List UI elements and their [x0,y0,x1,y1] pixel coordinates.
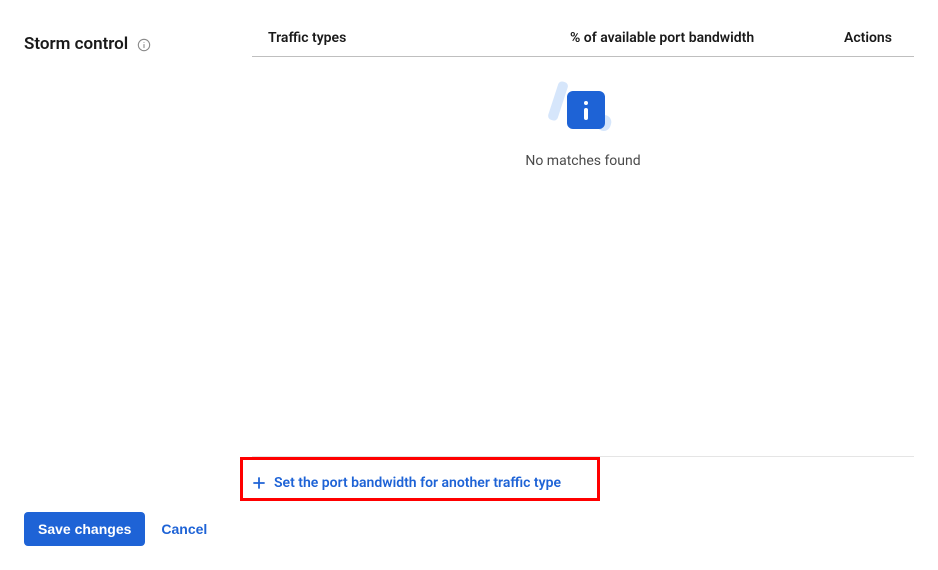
column-header-actions: Actions [844,30,914,46]
plus-icon [252,476,266,490]
info-illustration-icon [553,81,613,137]
table-header: Traffic types % of available port bandwi… [252,30,914,57]
column-header-traffic-types: Traffic types [252,30,570,46]
add-traffic-type-button[interactable]: Set the port bandwidth for another traff… [252,471,561,495]
column-header-bandwidth: % of available port bandwidth [570,30,844,46]
cancel-button[interactable]: Cancel [161,521,207,537]
info-icon[interactable] [136,37,152,53]
section-title: Storm control [24,34,128,54]
empty-state-message: No matches found [525,153,640,169]
save-button[interactable]: Save changes [24,512,145,546]
empty-state: No matches found [252,57,914,169]
add-traffic-type-label: Set the port bandwidth for another traff… [274,475,561,491]
